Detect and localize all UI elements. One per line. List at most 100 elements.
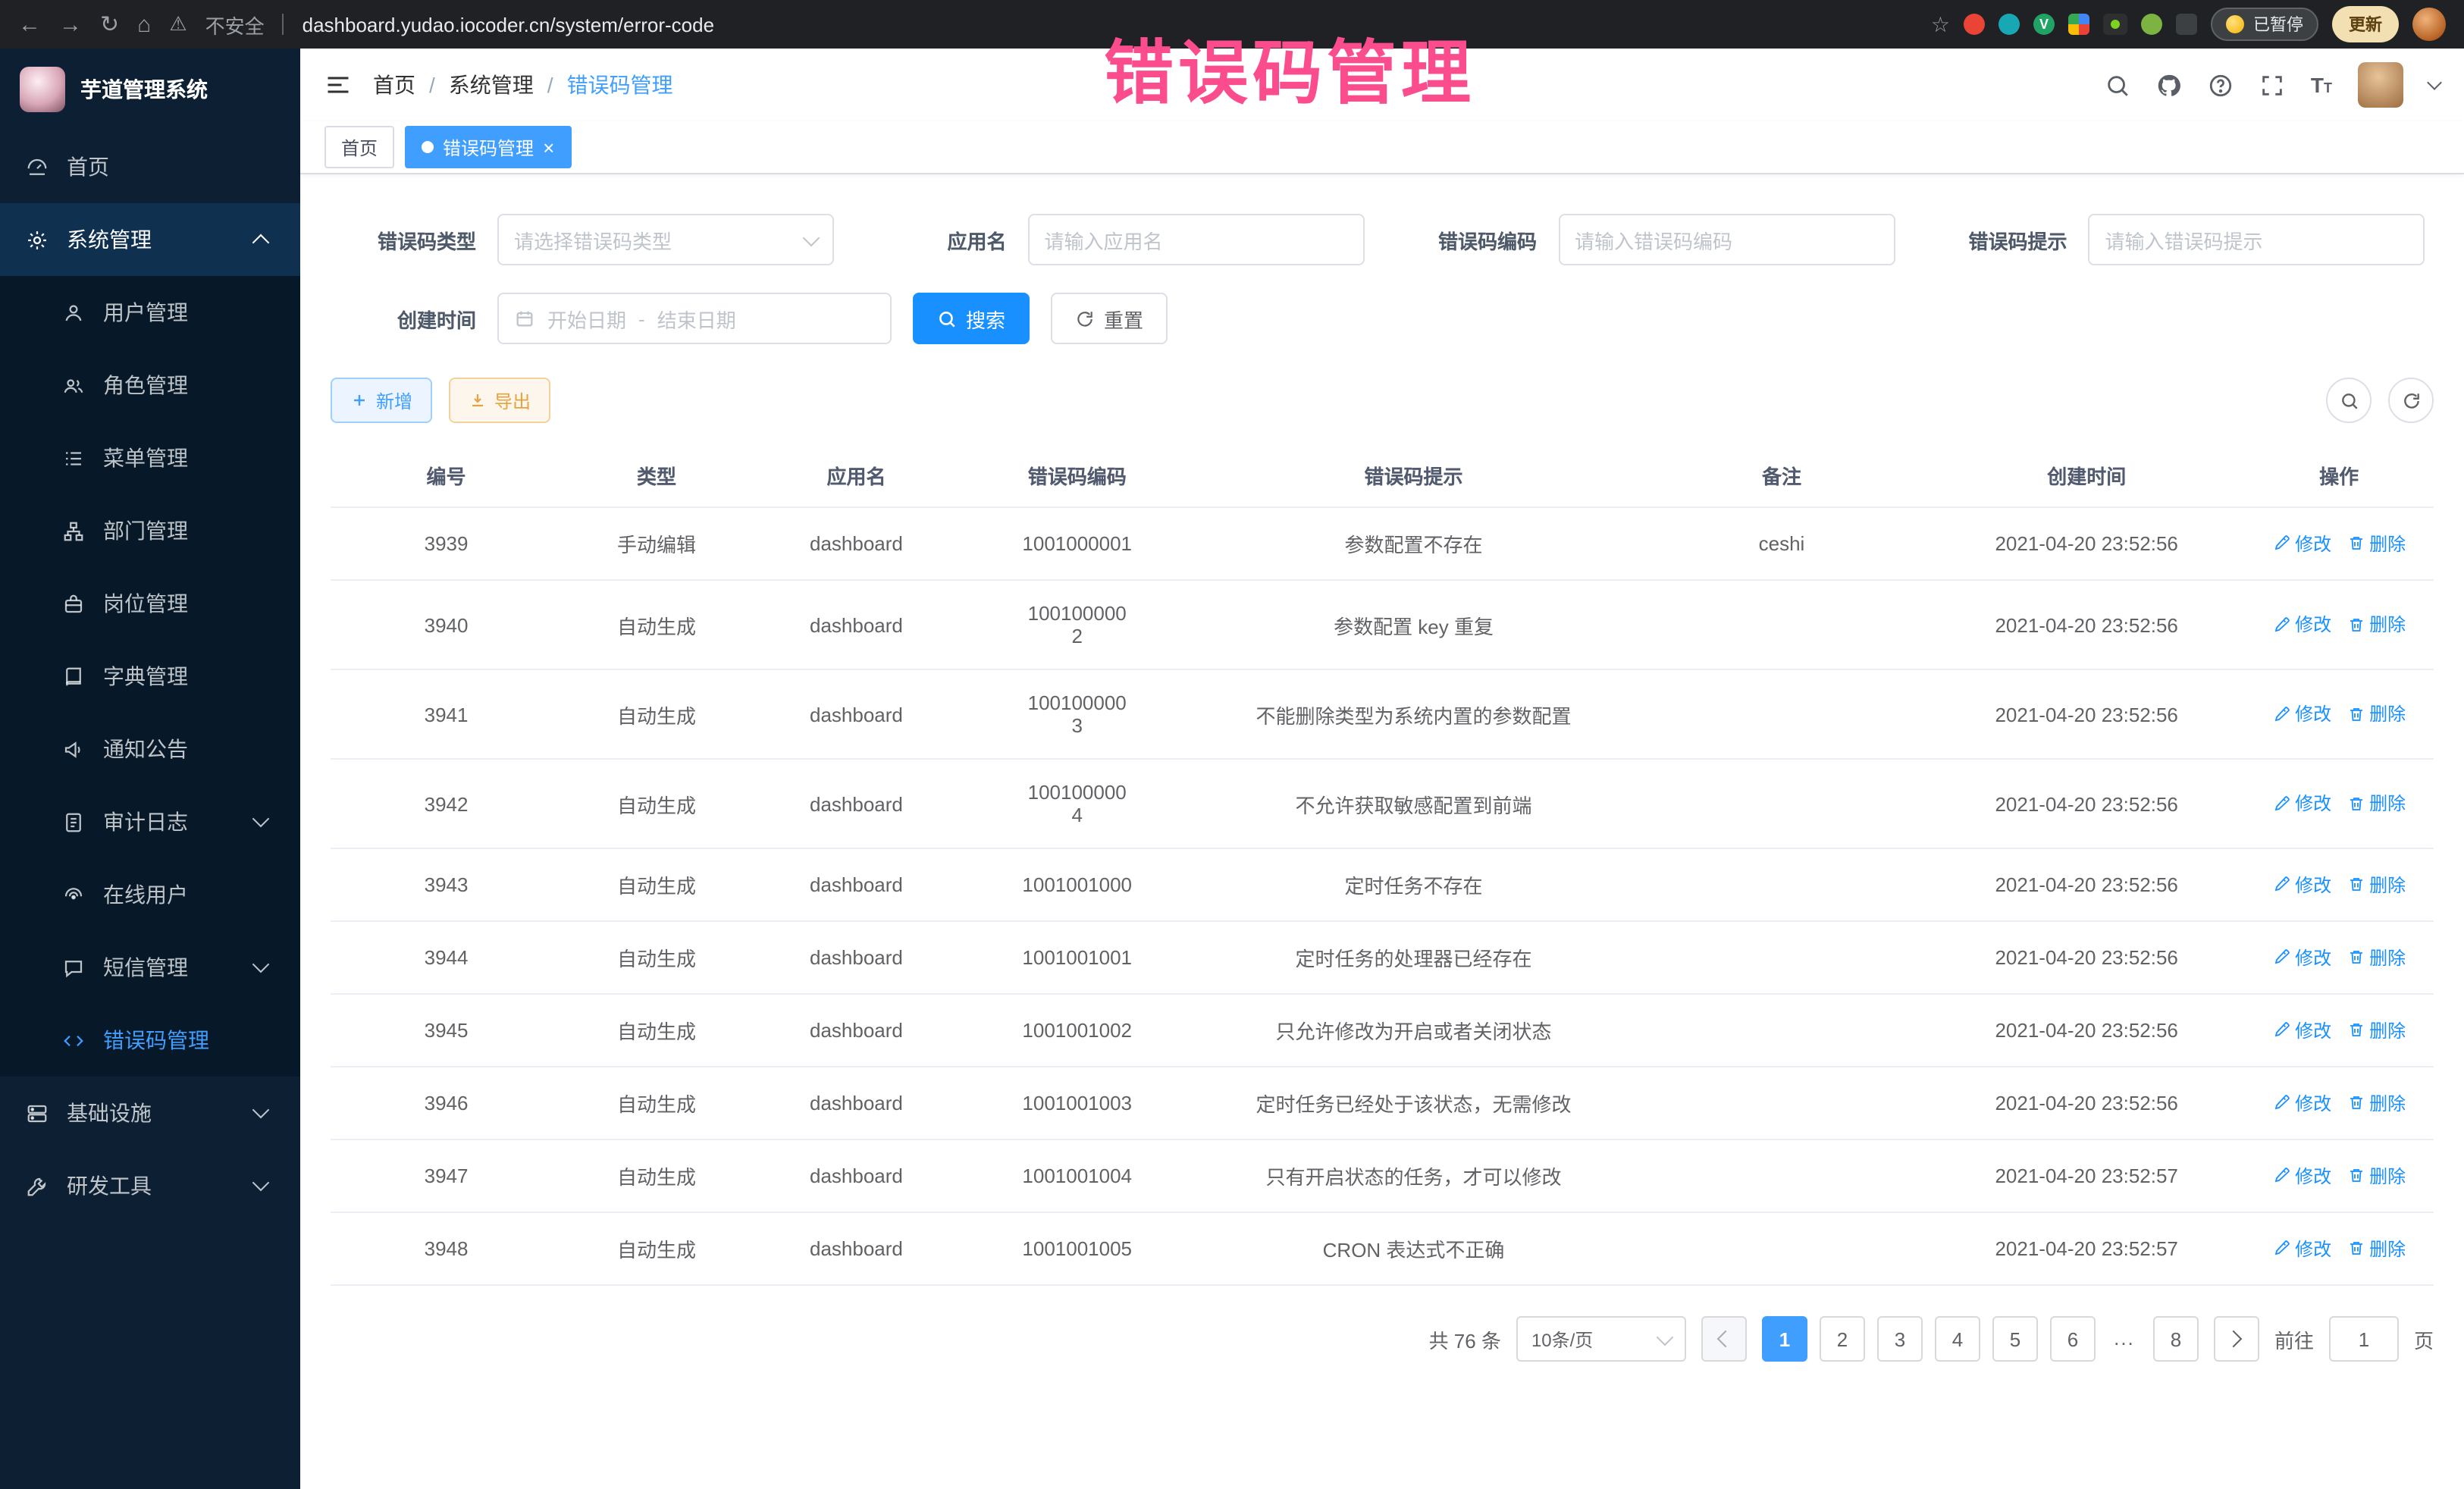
extension-check-icon[interactable]: V bbox=[2033, 14, 2055, 35]
extension-on-icon[interactable] bbox=[2103, 14, 2127, 35]
trash-icon bbox=[2346, 534, 2365, 553]
edit-button[interactable]: 修改 bbox=[2272, 612, 2331, 638]
sidebar-item[interactable]: 部门管理 bbox=[0, 494, 300, 567]
pager-page-8[interactable]: 8 bbox=[2153, 1316, 2199, 1362]
tab-home[interactable]: 首页 bbox=[324, 126, 394, 168]
refresh-button[interactable] bbox=[2388, 378, 2434, 423]
home-icon[interactable]: ⌂ bbox=[137, 11, 151, 37]
security-warning-icon[interactable]: ⚠ bbox=[169, 12, 187, 36]
error-code-input[interactable]: 请输入错误码编码 bbox=[1558, 214, 1895, 265]
cell-code: 1001001001 bbox=[961, 921, 1193, 994]
tab-error-code[interactable]: 错误码管理 × bbox=[405, 126, 571, 168]
font-size-icon[interactable]: TT bbox=[2311, 73, 2332, 97]
sidebar-item[interactable]: 系统管理 bbox=[0, 203, 300, 276]
delete-button[interactable]: 删除 bbox=[2346, 791, 2406, 817]
update-button[interactable]: 更新 bbox=[2332, 6, 2399, 42]
sidebar-item[interactable]: 短信管理 bbox=[0, 931, 300, 1004]
search-icon[interactable] bbox=[2105, 72, 2130, 98]
delete-button[interactable]: 删除 bbox=[2346, 945, 2406, 970]
logo-row[interactable]: 芋道管理系统 bbox=[0, 49, 300, 130]
chevron-down-icon[interactable] bbox=[2427, 75, 2442, 90]
prev-page-button[interactable] bbox=[1701, 1316, 1747, 1362]
sidebar-item[interactable]: 用户管理 bbox=[0, 276, 300, 349]
github-icon[interactable] bbox=[2156, 72, 2182, 98]
sidebar-item[interactable]: 角色管理 bbox=[0, 349, 300, 422]
delete-button[interactable]: 删除 bbox=[2346, 612, 2406, 638]
download-icon bbox=[469, 391, 487, 409]
sidebar-item[interactable]: 岗位管理 bbox=[0, 567, 300, 640]
navbar-actions: TT bbox=[2105, 62, 2440, 108]
sidebar-item[interactable]: 基础设施 bbox=[0, 1077, 300, 1149]
show-search-button[interactable] bbox=[2326, 378, 2372, 423]
edit-button[interactable]: 修改 bbox=[2272, 1017, 2331, 1043]
extension-red-icon[interactable] bbox=[1964, 14, 1985, 35]
fullscreen-icon[interactable] bbox=[2259, 72, 2285, 98]
breadcrumb-item[interactable]: 首页 bbox=[373, 70, 415, 100]
delete-button[interactable]: 删除 bbox=[2346, 531, 2406, 556]
pager-page-4[interactable]: 4 bbox=[1935, 1316, 1980, 1362]
edit-button[interactable]: 修改 bbox=[2272, 791, 2331, 817]
hamburger-icon[interactable] bbox=[324, 71, 352, 99]
pager-page-5[interactable]: 5 bbox=[1992, 1316, 2038, 1362]
breadcrumb-item[interactable]: 系统管理 bbox=[449, 70, 534, 100]
app-name-input[interactable]: 请输入应用名 bbox=[1028, 214, 1365, 265]
sidebar-item[interactable]: 研发工具 bbox=[0, 1149, 300, 1222]
cell-type: 手动编辑 bbox=[562, 507, 751, 580]
bookmark-star-icon[interactable]: ☆ bbox=[1931, 11, 1950, 37]
page-size-select[interactable]: 10条/页 bbox=[1516, 1316, 1686, 1362]
sidebar-item[interactable]: 通知公告 bbox=[0, 713, 300, 785]
sidebar-item[interactable]: 错误码管理 bbox=[0, 1004, 300, 1077]
export-button[interactable]: 导出 bbox=[449, 378, 550, 423]
edit-button[interactable]: 修改 bbox=[2272, 701, 2331, 727]
user-avatar[interactable] bbox=[2358, 62, 2403, 108]
help-icon[interactable] bbox=[2208, 72, 2234, 98]
date-range-picker[interactable]: 开始日期 - 结束日期 bbox=[497, 293, 892, 344]
sidebar-item[interactable]: 字典管理 bbox=[0, 640, 300, 713]
sidebar-item[interactable]: 在线用户 bbox=[0, 858, 300, 931]
search-button[interactable]: 搜索 bbox=[913, 293, 1030, 344]
pager-page-3[interactable]: 3 bbox=[1877, 1316, 1923, 1362]
browser-profile-avatar[interactable] bbox=[2412, 8, 2446, 41]
extension-leaf-icon[interactable] bbox=[2141, 14, 2162, 35]
delete-button[interactable]: 删除 bbox=[2346, 701, 2406, 727]
edit-button[interactable]: 修改 bbox=[2272, 1236, 2331, 1262]
delete-button[interactable]: 删除 bbox=[2346, 1236, 2406, 1262]
delete-button[interactable]: 删除 bbox=[2346, 1090, 2406, 1116]
edit-button[interactable]: 修改 bbox=[2272, 1090, 2331, 1116]
url-text[interactable]: dashboard.yudao.iocoder.cn/system/error-… bbox=[303, 13, 714, 36]
sidebar-item[interactable]: 首页 bbox=[0, 130, 300, 203]
add-button[interactable]: 新增 bbox=[331, 378, 432, 423]
reload-icon[interactable]: ↻ bbox=[100, 11, 119, 38]
pager-page-1[interactable]: 1 bbox=[1762, 1316, 1807, 1362]
error-hint-input[interactable]: 请输入错误码提示 bbox=[2089, 214, 2425, 265]
sidebar-item[interactable]: 审计日志 bbox=[0, 785, 300, 858]
tab-close-icon[interactable]: × bbox=[543, 137, 554, 157]
sidebar-item[interactable]: 菜单管理 bbox=[0, 422, 300, 494]
edit-button[interactable]: 修改 bbox=[2272, 872, 2331, 898]
next-page-button[interactable] bbox=[2214, 1316, 2259, 1362]
edit-button[interactable]: 修改 bbox=[2272, 1163, 2331, 1189]
reset-button[interactable]: 重置 bbox=[1051, 293, 1168, 344]
extensions-puzzle-icon[interactable] bbox=[2176, 14, 2197, 35]
pager-page-6[interactable]: 6 bbox=[2050, 1316, 2096, 1362]
extension-grid-icon[interactable] bbox=[2068, 14, 2089, 35]
filter-time-label: 创建时间 bbox=[331, 304, 476, 333]
breadcrumb-item[interactable]: 错误码管理 bbox=[567, 70, 673, 100]
delete-button[interactable]: 删除 bbox=[2346, 872, 2406, 898]
refresh-icon bbox=[2401, 390, 2421, 410]
error-type-select[interactable]: 请选择错误码类型 bbox=[497, 214, 834, 265]
edit-button[interactable]: 修改 bbox=[2272, 945, 2331, 970]
paused-badge[interactable]: 已暂停 bbox=[2211, 8, 2318, 41]
back-icon[interactable]: ← bbox=[18, 11, 41, 37]
extension-teal-icon[interactable] bbox=[1998, 14, 2020, 35]
delete-button[interactable]: 删除 bbox=[2346, 1163, 2406, 1189]
delete-button[interactable]: 删除 bbox=[2346, 1017, 2406, 1043]
pager-page-2[interactable]: 2 bbox=[1820, 1316, 1865, 1362]
forward-icon[interactable]: → bbox=[59, 11, 82, 37]
gear-icon bbox=[26, 228, 49, 251]
edit-button[interactable]: 修改 bbox=[2272, 531, 2331, 556]
pager-more[interactable]: ... bbox=[2108, 1316, 2141, 1359]
edit-icon bbox=[2272, 795, 2290, 813]
goto-page-input[interactable] bbox=[2329, 1316, 2399, 1362]
trash-icon bbox=[2346, 1094, 2365, 1112]
